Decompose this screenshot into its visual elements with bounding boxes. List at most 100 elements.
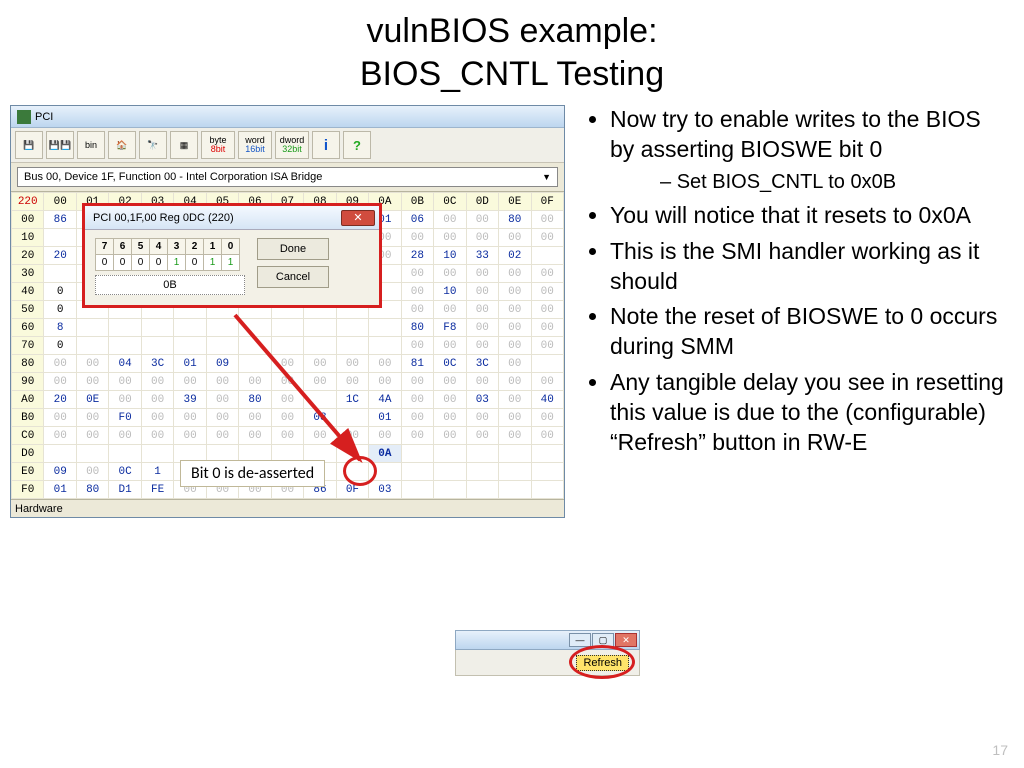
hex-cell[interactable]: 0 <box>44 283 76 301</box>
hex-cell[interactable]: 00 <box>239 373 271 391</box>
hex-cell[interactable]: 40 <box>531 391 564 409</box>
hex-cell[interactable]: 00 <box>369 355 401 373</box>
hex-cell[interactable]: 33 <box>466 247 498 265</box>
hex-cell[interactable]: 00 <box>499 337 531 355</box>
hex-cell[interactable] <box>239 337 271 355</box>
hex-cell[interactable] <box>466 481 498 499</box>
hex-cell[interactable] <box>499 463 531 481</box>
hex-cell[interactable]: 09 <box>206 355 238 373</box>
hex-cell[interactable]: FE <box>141 481 173 499</box>
hex-cell[interactable]: 00 <box>76 427 108 445</box>
hex-cell[interactable] <box>336 463 368 481</box>
hex-cell[interactable] <box>44 229 76 247</box>
titlebar[interactable]: PCI <box>11 106 564 128</box>
hex-cell[interactable] <box>434 445 466 463</box>
hex-cell[interactable]: 00 <box>44 373 76 391</box>
word-button[interactable]: word16bit <box>238 131 272 159</box>
hex-cell[interactable]: F8 <box>434 319 466 337</box>
hex-cell[interactable]: 3C <box>466 355 498 373</box>
hex-cell[interactable]: 00 <box>44 427 76 445</box>
hex-cell[interactable] <box>466 445 498 463</box>
hex-cell[interactable] <box>401 463 433 481</box>
hex-cell[interactable]: 00 <box>499 283 531 301</box>
hex-cell[interactable]: 20 <box>44 247 76 265</box>
bit-cell[interactable]: 0 <box>114 255 132 271</box>
hex-cell[interactable] <box>336 319 368 337</box>
hex-cell[interactable] <box>369 337 401 355</box>
hex-cell[interactable]: 00 <box>531 427 564 445</box>
dword-button[interactable]: dword32bit <box>275 131 309 159</box>
maximize-icon[interactable]: ▢ <box>592 633 614 647</box>
hex-cell[interactable]: 00 <box>239 409 271 427</box>
hex-cell[interactable]: 20 <box>44 391 76 409</box>
hex-cell[interactable]: 00 <box>466 265 498 283</box>
hex-cell[interactable] <box>401 445 433 463</box>
hex-cell[interactable]: 06 <box>401 211 433 229</box>
hex-cell[interactable] <box>531 355 564 373</box>
hex-cell[interactable]: 00 <box>44 409 76 427</box>
hex-cell[interactable]: 00 <box>499 391 531 409</box>
hex-cell[interactable]: 00 <box>466 427 498 445</box>
hex-cell[interactable]: 00 <box>271 355 303 373</box>
hex-cell[interactable] <box>206 337 238 355</box>
hex-cell[interactable]: 1 <box>141 463 173 481</box>
hex-cell[interactable]: 00 <box>401 283 433 301</box>
hex-cell[interactable] <box>44 445 76 463</box>
bit-cell[interactable]: 0 <box>96 255 114 271</box>
hex-cell[interactable]: 00 <box>141 409 173 427</box>
hex-cell[interactable]: 00 <box>206 391 238 409</box>
hex-cell[interactable]: 00 <box>174 409 206 427</box>
hex-cell[interactable]: 00 <box>401 301 433 319</box>
info-icon[interactable]: i <box>312 131 340 159</box>
hex-cell[interactable]: 80 <box>76 481 108 499</box>
refresh-button[interactable]: Refresh <box>576 655 629 671</box>
hex-cell[interactable]: 00 <box>531 373 564 391</box>
hex-cell[interactable] <box>239 355 271 373</box>
hex-cell[interactable]: 00 <box>271 373 303 391</box>
help-icon[interactable]: ? <box>343 131 371 159</box>
hex-cell[interactable]: 00 <box>76 409 108 427</box>
hex-cell[interactable]: 81 <box>401 355 433 373</box>
hex-cell[interactable]: 00 <box>531 301 564 319</box>
hex-cell[interactable]: 28 <box>401 247 433 265</box>
hex-cell[interactable] <box>369 319 401 337</box>
hex-cell[interactable] <box>271 319 303 337</box>
hex-cell[interactable]: 00 <box>304 427 336 445</box>
hex-cell[interactable] <box>336 445 368 463</box>
hex-cell[interactable]: 03 <box>369 481 401 499</box>
hex-cell[interactable]: 00 <box>499 427 531 445</box>
hex-cell[interactable]: 00 <box>531 211 564 229</box>
hex-cell[interactable] <box>76 319 108 337</box>
hex-cell[interactable]: 09 <box>44 463 76 481</box>
hex-cell[interactable]: 10 <box>434 247 466 265</box>
hex-cell[interactable] <box>369 463 401 481</box>
bit-cell[interactable]: 0 <box>132 255 150 271</box>
hex-cell[interactable] <box>304 319 336 337</box>
hex-cell[interactable] <box>174 337 206 355</box>
bit-cell[interactable]: 0 <box>150 255 168 271</box>
hex-cell[interactable]: 08 <box>304 409 336 427</box>
hex-cell[interactable] <box>304 391 336 409</box>
hex-cell[interactable] <box>141 337 173 355</box>
home-icon[interactable]: 🏠 <box>108 131 136 159</box>
hex-cell[interactable]: 00 <box>466 373 498 391</box>
hex-cell[interactable]: 00 <box>401 337 433 355</box>
hex-cell[interactable]: 00 <box>401 373 433 391</box>
bit-cell[interactable]: 1 <box>204 255 222 271</box>
hex-cell[interactable]: 00 <box>336 427 368 445</box>
hex-cell[interactable]: 80 <box>239 391 271 409</box>
hex-cell[interactable]: 00 <box>466 319 498 337</box>
hex-cell[interactable]: 00 <box>531 265 564 283</box>
hex-cell[interactable]: 00 <box>499 373 531 391</box>
hex-cell[interactable]: 00 <box>44 355 76 373</box>
hex-cell[interactable]: 86 <box>44 211 76 229</box>
hex-cell[interactable] <box>401 481 433 499</box>
hex-cell[interactable]: 00 <box>239 427 271 445</box>
hex-cell[interactable]: 80 <box>499 211 531 229</box>
hex-cell[interactable]: 00 <box>499 409 531 427</box>
hex-cell[interactable]: 00 <box>499 265 531 283</box>
bit-cell[interactable]: 0 <box>186 255 204 271</box>
bin-icon[interactable]: bin <box>77 131 105 159</box>
hex-cell[interactable]: 1C <box>336 391 368 409</box>
hex-cell[interactable]: 00 <box>434 427 466 445</box>
